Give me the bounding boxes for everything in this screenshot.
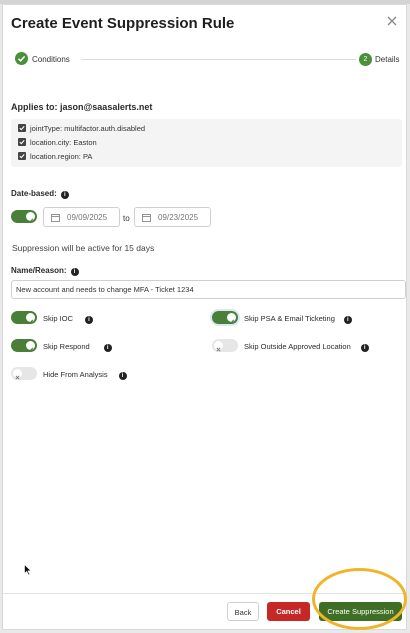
step-details-label: Details: [375, 55, 400, 64]
hide-from-analysis-label-text: Hide From Analysis: [43, 370, 108, 379]
condition-text: location.region: PA: [30, 152, 93, 161]
calendar-icon: [142, 213, 151, 224]
date-based-label-text: Date-based:: [11, 189, 57, 198]
back-button[interactable]: Back: [227, 602, 259, 621]
condition-text: location.city: Easton: [30, 138, 97, 147]
skip-psa-email-toggle[interactable]: [212, 311, 238, 324]
skip-ioc-toggle[interactable]: [11, 311, 37, 324]
dialog-title: Create Event Suppression Rule: [11, 15, 235, 32]
highlight-circle: [312, 568, 407, 630]
date-based-label: Date-based: i: [11, 189, 69, 199]
skip-ioc-label-text: Skip IOC: [43, 314, 74, 323]
skip-outside-location-toggle[interactable]: [212, 339, 238, 352]
step-complete-check-icon: [15, 52, 28, 65]
condition-text: jointType: multifactor.auth.disabled: [30, 124, 146, 133]
applies-to-label: Applies to:: [11, 102, 58, 112]
date-based-toggle[interactable]: [11, 210, 37, 223]
skip-ioc-label: Skip IOC i: [43, 314, 94, 324]
toggle-knob: [26, 212, 35, 223]
hide-from-analysis-toggle[interactable]: [11, 367, 37, 380]
conditions-box: jointType: multifactor.auth.disabled loc…: [11, 119, 402, 167]
end-date-value: 09/23/2025: [158, 213, 199, 222]
start-date-value: 09/09/2025: [67, 213, 108, 222]
skip-outside-location-label: Skip Outside Approved Location i: [244, 342, 369, 352]
condition-item[interactable]: location.region: PA: [18, 152, 92, 161]
skip-respond-toggle[interactable]: [11, 339, 37, 352]
suppression-dialog: Create Event Suppression Rule Conditions…: [2, 4, 407, 630]
stepper-connector: [81, 59, 356, 60]
checkbox-checked-icon[interactable]: [18, 124, 26, 132]
skip-outside-location-label-text: Skip Outside Approved Location: [244, 342, 351, 351]
reason-input[interactable]: [11, 280, 406, 299]
toggle-knob: [227, 313, 236, 324]
checkbox-checked-icon[interactable]: [18, 138, 26, 146]
skip-psa-email-label-text: Skip PSA & Email Ticketing: [244, 314, 335, 323]
hide-from-analysis-label: Hide From Analysis i: [43, 370, 127, 380]
toggle-knob: [26, 313, 35, 324]
step-number-badge: 2: [359, 53, 372, 66]
toggle-knob: [13, 369, 22, 380]
cancel-button[interactable]: Cancel: [267, 602, 310, 621]
toggle-knob: [26, 341, 35, 352]
skip-respond-label: Skip Respond i: [43, 342, 112, 352]
info-icon[interactable]: i: [60, 191, 69, 199]
reason-label: Name/Reason: i: [11, 266, 79, 276]
skip-psa-email-label: Skip PSA & Email Ticketing i: [244, 314, 352, 324]
step-conditions-label[interactable]: Conditions: [32, 55, 70, 64]
info-icon[interactable]: i: [118, 372, 127, 380]
condition-item[interactable]: location.city: Easton: [18, 138, 97, 147]
reason-label-text: Name/Reason:: [11, 266, 67, 275]
applies-to-heading: Applies to: jason@saasalerts.net: [11, 102, 152, 112]
skip-respond-label-text: Skip Respond: [43, 342, 90, 351]
applies-to-email: jason@saasalerts.net: [60, 102, 153, 112]
mouse-cursor-icon: [24, 563, 32, 581]
checkbox-checked-icon[interactable]: [18, 152, 26, 160]
toggle-knob: [214, 341, 223, 352]
date-range-to-label: to: [123, 214, 130, 223]
info-icon[interactable]: i: [343, 316, 352, 324]
condition-item[interactable]: jointType: multifactor.auth.disabled: [18, 124, 145, 133]
end-date-field[interactable]: 09/23/2025: [134, 207, 211, 227]
info-icon[interactable]: i: [70, 268, 79, 276]
start-date-field[interactable]: 09/09/2025: [43, 207, 120, 227]
calendar-icon: [51, 213, 60, 224]
info-icon[interactable]: i: [103, 344, 112, 352]
info-icon[interactable]: i: [85, 316, 94, 324]
close-icon[interactable]: [384, 13, 400, 29]
suppression-duration-text: Suppression will be active for 15 days: [12, 243, 155, 253]
info-icon[interactable]: i: [360, 344, 369, 352]
